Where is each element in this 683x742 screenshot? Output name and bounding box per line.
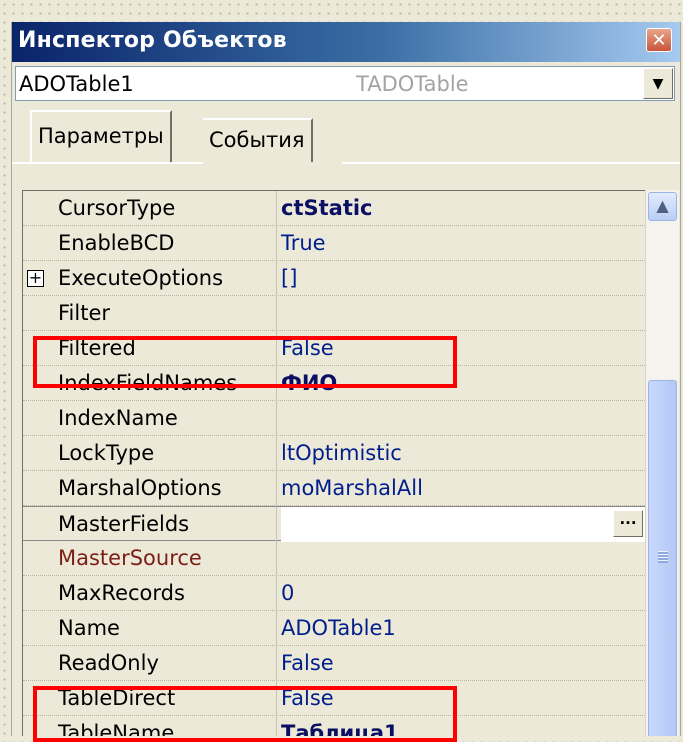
ellipsis-button[interactable]: ... xyxy=(613,510,643,537)
property-name[interactable]: MarshalOptions xyxy=(23,471,277,506)
property-name[interactable]: MaxRecords xyxy=(23,576,277,611)
vertical-scrollbar[interactable]: ▲ xyxy=(645,190,679,736)
property-name[interactable]: MasterSource xyxy=(23,541,277,576)
property-row[interactable]: ReadOnly False xyxy=(23,646,645,681)
property-name[interactable]: MasterFields xyxy=(23,507,277,542)
close-icon[interactable]: ✕ xyxy=(646,28,672,52)
highlight-tablename xyxy=(33,686,457,742)
window-title: Инспектор Объектов xyxy=(18,28,287,53)
property-value[interactable] xyxy=(281,401,645,436)
tab-divider xyxy=(12,162,203,164)
tab-events[interactable]: События xyxy=(203,118,313,162)
property-value[interactable]: ... xyxy=(281,507,645,542)
property-value[interactable] xyxy=(281,296,645,331)
component-selector[interactable]: ADOTable1 TADOTable ▼ xyxy=(15,66,675,101)
property-value[interactable]: moMarshalAll xyxy=(281,471,645,506)
property-value[interactable]: False xyxy=(281,646,645,681)
property-name[interactable]: IndexName xyxy=(23,401,277,436)
tab-divider xyxy=(342,162,680,164)
chevron-down-icon[interactable]: ▼ xyxy=(643,68,673,99)
property-value[interactable] xyxy=(281,541,645,576)
property-row[interactable]: CursorType ctStatic xyxy=(23,191,645,226)
property-value[interactable]: [] xyxy=(281,261,645,296)
property-value[interactable]: ctStatic xyxy=(281,191,645,226)
property-row[interactable]: ExecuteOptions + [] xyxy=(23,261,645,296)
grip-icon xyxy=(658,551,668,563)
component-type: TADOTable xyxy=(356,72,469,96)
property-row[interactable]: IndexName xyxy=(23,401,645,436)
property-value[interactable]: True xyxy=(281,226,645,261)
property-row[interactable]: MasterFields... xyxy=(23,506,645,542)
property-grid: CursorType ctStatic EnableBCD True ExecuteOp… xyxy=(22,190,645,736)
highlight-indexfieldnames xyxy=(33,336,457,388)
property-name[interactable]: Filter xyxy=(23,296,277,331)
scroll-up-icon[interactable]: ▲ xyxy=(648,192,677,221)
property-row[interactable]: Filter xyxy=(23,296,645,331)
scroll-thumb[interactable] xyxy=(648,380,677,736)
property-value[interactable]: 0 xyxy=(281,576,645,611)
property-name[interactable]: EnableBCD xyxy=(23,226,277,261)
property-name[interactable]: LockType xyxy=(23,436,277,471)
property-name[interactable]: ReadOnly xyxy=(23,646,277,681)
title-bar[interactable]: Инспектор Объектов ✕ xyxy=(12,22,680,62)
property-row[interactable]: LockType ltOptimistic xyxy=(23,436,645,471)
property-row[interactable]: MarshalOptions moMarshalAll xyxy=(23,471,645,506)
property-name[interactable]: ExecuteOptions xyxy=(23,261,277,296)
property-row[interactable]: MasterSource xyxy=(23,541,645,576)
property-name[interactable]: CursorType xyxy=(23,191,277,226)
property-row[interactable]: Name ADOTable1 xyxy=(23,611,645,646)
property-name[interactable]: Name xyxy=(23,611,277,646)
tab-properties[interactable]: Параметры xyxy=(30,110,172,162)
component-name: ADOTable1 xyxy=(19,72,134,96)
tab-strip: Параметры События xyxy=(12,106,680,188)
expand-plus-icon[interactable]: + xyxy=(27,270,44,287)
property-row[interactable]: EnableBCD True xyxy=(23,226,645,261)
property-row[interactable]: MaxRecords 0 xyxy=(23,576,645,611)
property-value[interactable]: ADOTable1 xyxy=(281,611,645,646)
property-value[interactable]: ltOptimistic xyxy=(281,436,645,471)
